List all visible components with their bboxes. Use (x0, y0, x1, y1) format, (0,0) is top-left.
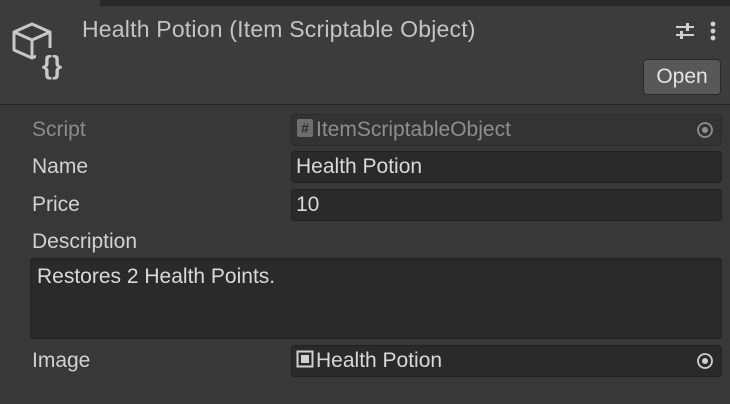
object-picker-icon[interactable] (696, 121, 714, 139)
open-button[interactable]: Open (643, 59, 721, 95)
script-field[interactable]: # ItemScriptableObject (291, 114, 722, 146)
price-label: Price (32, 193, 80, 216)
image-value: Health Potion (316, 349, 443, 372)
image-field[interactable]: Health Potion (291, 345, 722, 377)
script-value: ItemScriptableObject (316, 118, 511, 141)
svg-text:{}: {} (42, 50, 62, 80)
script-label: Script (32, 118, 86, 141)
script-hash-icon: # (297, 119, 313, 138)
scriptable-object-icon: {} (12, 22, 68, 80)
inspector-header: {} Health Potion (Item Scriptable Object… (0, 6, 730, 105)
object-picker-icon[interactable] (696, 352, 714, 370)
name-label: Name (32, 155, 89, 178)
sprite-icon (296, 350, 314, 368)
image-label: Image (32, 349, 91, 372)
price-input[interactable]: 10 (291, 189, 722, 221)
object-title: Health Potion (Item Scriptable Object) (82, 16, 476, 42)
description-textarea[interactable]: Restores 2 Health Points. (30, 258, 722, 339)
more-vertical-icon[interactable] (705, 20, 721, 42)
settings-sliders-icon[interactable] (674, 20, 696, 42)
svg-text:#: # (301, 120, 309, 136)
name-input[interactable]: Health Potion (291, 151, 722, 183)
description-label: Description (32, 230, 138, 253)
